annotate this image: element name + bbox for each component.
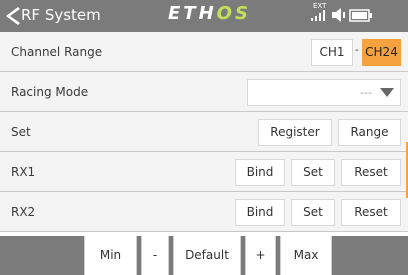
racing-mode-row: Racing Mode ---: [0, 72, 408, 112]
set-label: Set: [11, 125, 31, 139]
racing-mode-value: ---: [360, 86, 372, 99]
racing-mode-dropdown[interactable]: ---: [247, 79, 401, 106]
rx2-row: RX2 Bind Set Reset: [0, 192, 408, 232]
set-row: Set Register Range: [0, 112, 408, 152]
rx2-bind-button[interactable]: Bind: [235, 199, 285, 226]
min-button[interactable]: Min: [84, 236, 137, 275]
rx2-label: RX2: [11, 205, 36, 219]
register-button[interactable]: Register: [258, 119, 332, 146]
decrement-button[interactable]: -: [141, 236, 169, 275]
battery-icon: [349, 9, 372, 22]
channel-range-row: Channel Range CH1 - CH24: [0, 32, 408, 72]
channel-range-separator: -: [355, 45, 359, 56]
top-bar: RF System ETHOS EXT: [0, 0, 408, 32]
channel-start-button[interactable]: CH1: [311, 39, 353, 66]
channel-range-label: Channel Range: [11, 45, 103, 59]
racing-mode-label: Racing Mode: [11, 85, 89, 99]
signal-icon: [311, 10, 325, 21]
back-arrow-icon[interactable]: [4, 7, 20, 25]
rx2-reset-button[interactable]: Reset: [341, 199, 401, 226]
rx1-set-button[interactable]: Set: [291, 159, 335, 186]
max-button[interactable]: Max: [280, 236, 332, 275]
ethos-logo: ETHOS: [168, 3, 251, 24]
bottom-toolbar: Min - Default + Max: [0, 236, 408, 275]
rx1-row: RX1 Bind Set Reset: [0, 152, 408, 192]
rx1-bind-button[interactable]: Bind: [235, 159, 285, 186]
speaker-icon[interactable]: [332, 8, 346, 22]
rx2-set-button[interactable]: Set: [291, 199, 335, 226]
rx1-label: RX1: [11, 165, 36, 179]
increment-button[interactable]: +: [245, 236, 276, 275]
rx1-reset-button[interactable]: Reset: [341, 159, 401, 186]
channel-end-button[interactable]: CH24: [362, 39, 401, 66]
page-title: RF System: [21, 6, 101, 24]
default-button[interactable]: Default: [173, 236, 241, 275]
chevron-down-icon: [380, 88, 394, 97]
range-button[interactable]: Range: [338, 119, 401, 146]
